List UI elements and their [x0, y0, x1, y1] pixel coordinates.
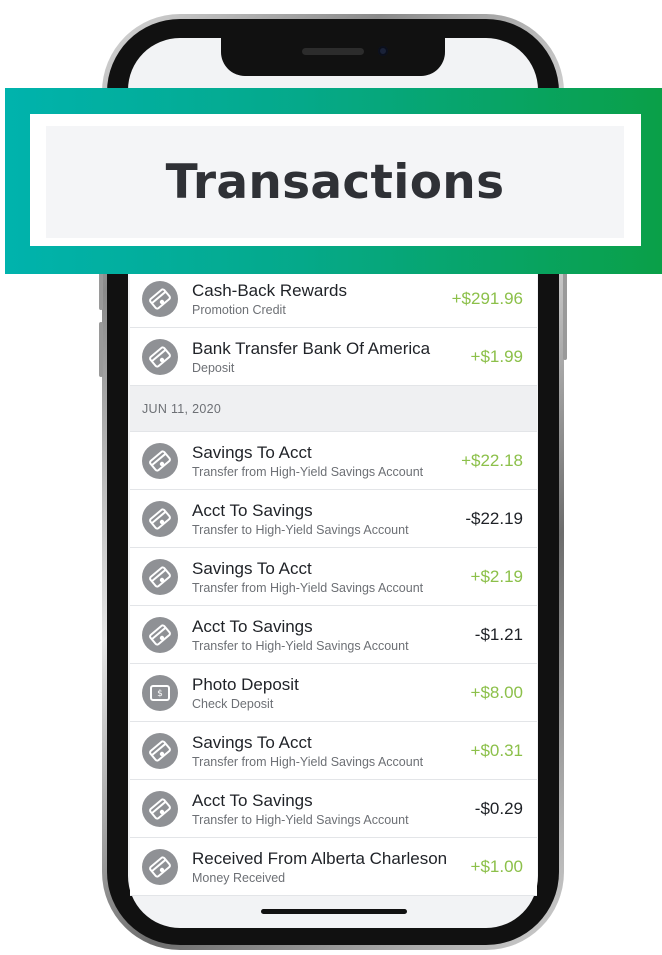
transaction-row[interactable]: Acct To Savings Transfer to High-Yield Sa…: [130, 490, 537, 548]
transaction-amount: +$2.19: [470, 567, 523, 586]
power-button: [563, 270, 567, 360]
transaction-amount: +$291.96: [451, 289, 523, 308]
date-header: JUN 11, 2020: [130, 386, 537, 432]
transaction-row[interactable]: $ Photo Deposit Check Deposit +$8.00: [130, 664, 537, 722]
transaction-row[interactable]: Cash-Back Rewards Promotion Credit +$291.9…: [130, 270, 537, 328]
transaction-name: Cash-Back Rewards: [192, 281, 347, 300]
transaction-type: Transfer to High-Yield Savings Account: [192, 523, 409, 537]
transaction-amount: -$0.29: [474, 799, 523, 818]
transaction-type: Transfer from High-Yield Savings Account: [192, 581, 424, 595]
transaction-name: Acct To Savings: [192, 617, 313, 636]
transaction-type: Money Received: [192, 871, 286, 885]
card-icon: [142, 849, 178, 885]
card-icon: [142, 501, 178, 537]
card-icon: [142, 339, 178, 375]
transaction-name: Acct To Savings: [192, 501, 313, 520]
transactions-list: Cash-Back Rewards Promotion Credit +$291.9…: [130, 270, 537, 896]
transaction-name: Acct To Savings: [192, 791, 313, 810]
notch: [221, 36, 445, 76]
transaction-row[interactable]: Savings To Acct Transfer from High-Yield …: [130, 722, 537, 780]
transaction-amount: +$0.31: [470, 741, 523, 760]
check-icon: $: [142, 675, 178, 711]
transaction-name: Savings To Acct: [192, 559, 312, 578]
transaction-type: Transfer from High-Yield Savings Account: [192, 465, 424, 479]
transaction-name: Received From Alberta Charleson: [192, 849, 448, 868]
transaction-type: Promotion Credit: [192, 303, 286, 317]
home-indicator[interactable]: [261, 909, 407, 914]
transaction-amount: -$22.19: [465, 509, 523, 528]
transaction-amount: +$22.18: [461, 451, 523, 470]
card-icon: [142, 617, 178, 653]
transaction-row[interactable]: Savings To Acct Transfer from High-Yield …: [130, 432, 537, 490]
transaction-group: Savings To Acct Transfer from High-Yield …: [130, 432, 537, 896]
transaction-row[interactable]: Savings To Acct Transfer from High-Yield …: [130, 548, 537, 606]
transaction-type: Transfer from High-Yield Savings Account: [192, 755, 424, 769]
transaction-row[interactable]: Received From Alberta Charleson Money Rec…: [130, 838, 537, 896]
transaction-amount: +$8.00: [470, 683, 523, 702]
card-icon: [142, 559, 178, 595]
front-camera: [378, 46, 388, 56]
transaction-group: Cash-Back Rewards Promotion Credit +$291.9…: [130, 270, 537, 386]
title-banner-inner: Transactions: [46, 126, 624, 238]
page-title: Transactions: [165, 154, 505, 210]
transaction-name: Bank Transfer Bank Of America: [192, 339, 431, 358]
transaction-type: Check Deposit: [192, 697, 274, 711]
card-icon: [142, 281, 178, 317]
date-header-label: JUN 11, 2020: [142, 402, 222, 416]
card-icon: [142, 791, 178, 827]
transaction-row[interactable]: Bank Transfer Bank Of America Deposit +$1.…: [130, 328, 537, 386]
volume-down-button: [99, 322, 103, 377]
transaction-amount: -$1.21: [474, 625, 523, 644]
svg-text:$: $: [157, 689, 163, 699]
transaction-amount: +$1.99: [470, 347, 523, 366]
transaction-row[interactable]: Acct To Savings Transfer to High-Yield Sa…: [130, 780, 537, 838]
transaction-type: Deposit: [192, 361, 235, 375]
card-icon: [142, 733, 178, 769]
transaction-name: Savings To Acct: [192, 443, 312, 462]
transaction-type: Transfer to High-Yield Savings Account: [192, 813, 409, 827]
transaction-row[interactable]: Acct To Savings Transfer to High-Yield Sa…: [130, 606, 537, 664]
speaker-grille: [302, 48, 364, 55]
transaction-amount: +$1.00: [470, 857, 523, 876]
transaction-type: Transfer to High-Yield Savings Account: [192, 639, 409, 653]
transaction-name: Savings To Acct: [192, 733, 312, 752]
card-icon: [142, 443, 178, 479]
transaction-name: Photo Deposit: [192, 675, 299, 694]
